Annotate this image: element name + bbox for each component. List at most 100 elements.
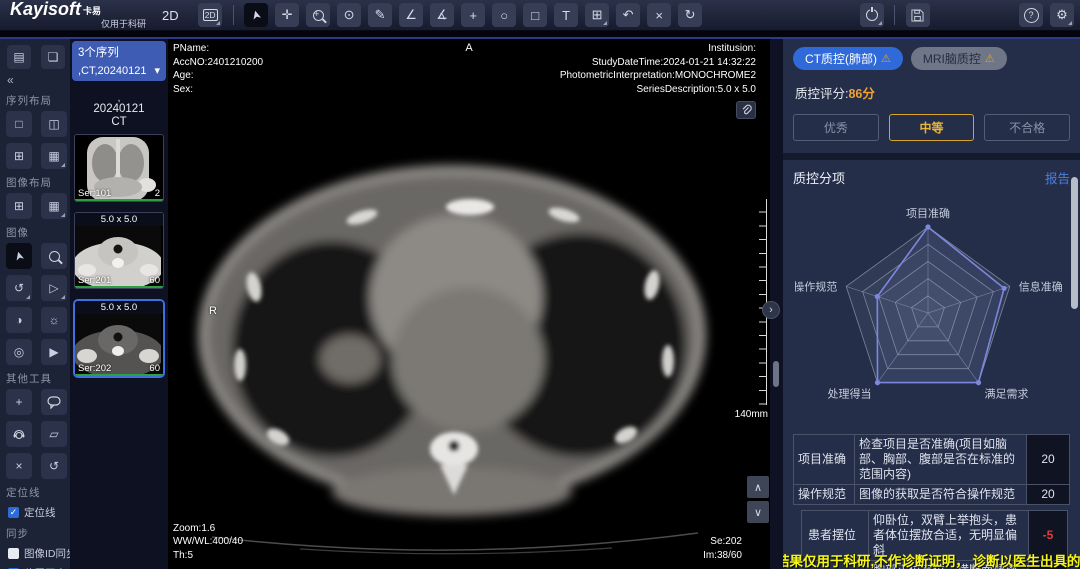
scroll-up-button[interactable]: ∧ [747, 476, 769, 498]
image-layout-3x3-button[interactable]: ▦ [41, 193, 67, 219]
checkbox-row-image-id-sync[interactable]: 图像ID同步 [8, 546, 65, 561]
settings-button[interactable]: ⚙ [1050, 3, 1074, 27]
image-number-label: Im:38/60 [703, 549, 742, 563]
thumbnail-header: 5.0 x 5.0 [75, 301, 163, 314]
panel-scrollbar-thumb[interactable] [1071, 177, 1078, 309]
save-button[interactable] [906, 3, 930, 27]
qc-score: 质控评分:86分 [795, 83, 1070, 102]
checkbox-row-localizer[interactable]: ✓ 定位线 [8, 505, 65, 520]
help-button[interactable]: ? [1019, 3, 1043, 27]
accno-label: AccNO:2401210200 [173, 56, 263, 70]
series-layout-1x2-button[interactable]: ◫ [41, 111, 67, 137]
thumbnail-series-number: Ser:201 [78, 275, 111, 286]
layout-2d-icon: 2D [203, 9, 218, 21]
app-window: Kayisoft卡易 仅用于科研 2D 2D ➤ ✛ ⊙ ✎ ∠ ∡ + ○ □… [0, 0, 1080, 569]
layout-2d-button[interactable]: 2D [198, 3, 222, 27]
viewer-scroll-strip: › [770, 39, 783, 569]
image-magnify-button[interactable] [41, 243, 67, 269]
report-link[interactable]: 报告 [1045, 168, 1070, 187]
series-layout-2x2-button[interactable]: ⊞ [6, 143, 32, 169]
assistant-button[interactable] [6, 421, 32, 447]
brightness-button[interactable]: ☼ [41, 307, 67, 333]
grade-buttons: 优秀 中等 不合格 [793, 114, 1070, 141]
series-thumbnail-panel: 3个序列 ,CT,20240121 ▾ , 20240121 CT [70, 39, 168, 569]
layout-1x1-icon: □ [15, 117, 22, 131]
cursor-tool-button[interactable]: ➤ [244, 3, 268, 27]
image-viewport[interactable]: PName: AccNO:2401210200 Age: Sex: Instit… [168, 39, 770, 569]
probe-tool-button[interactable]: ⊙ [337, 3, 361, 27]
window-level-label: WW/WL:400/40 [173, 535, 243, 549]
tab-ct-lung-qc[interactable]: CT质控(肺部) ⚠ [793, 47, 903, 70]
delete-annotation-button[interactable]: × [647, 3, 671, 27]
length-tool-button[interactable]: ✎ [368, 3, 392, 27]
study-date: 20240121 [70, 103, 168, 116]
series-layout-3x3-button[interactable]: ▦ [41, 143, 67, 169]
text-icon: T [562, 8, 570, 23]
reset-view-button[interactable]: ↻ [678, 3, 702, 27]
clear-button[interactable]: × [6, 453, 32, 479]
thumbnail-image-count: 60 [149, 363, 160, 374]
orientation-marker-right: R [209, 305, 217, 317]
zoom-tool-button[interactable] [306, 3, 330, 27]
pan-tool-button[interactable]: ✛ [275, 3, 299, 27]
grade-fail-button[interactable]: 不合格 [984, 114, 1070, 141]
chevron-down-icon: ∨ [754, 506, 762, 519]
row-score: 20 [1027, 435, 1070, 485]
grid-layout-button[interactable]: ⊞ [585, 3, 609, 27]
close-icon: × [15, 459, 22, 473]
series-thumbnail-101[interactable]: Ser:1012 [74, 134, 164, 202]
angle-tool-button[interactable]: ∠ [399, 3, 423, 27]
cursor-icon: ➤ [11, 249, 27, 262]
eraser-button[interactable]: ▱ [41, 421, 67, 447]
annotation-comment-button[interactable] [41, 389, 67, 415]
rotate-icon: ↻ [685, 7, 696, 23]
cobb-angle-tool-button[interactable]: ∡ [430, 3, 454, 27]
image-layout-2x2-button[interactable]: ⊞ [6, 193, 32, 219]
cobb-angle-icon: ∡ [436, 7, 448, 23]
play-button[interactable]: ▶ [41, 339, 67, 365]
help-icon: ? [1024, 8, 1039, 23]
attachment-button[interactable] [736, 101, 756, 119]
play-icon: ▶ [49, 345, 58, 359]
scroll-down-button[interactable]: ∨ [747, 501, 769, 523]
thumbnail-series-number: Ser:202 [78, 363, 111, 374]
viewer-scrollbar-thumb[interactable] [773, 361, 779, 387]
thumbnail-header: 5.0 x 5.0 [75, 213, 163, 226]
grade-medium-button[interactable]: 中等 [889, 114, 975, 141]
text-tool-button[interactable]: T [554, 3, 578, 27]
warning-icon: ⚠ [881, 52, 891, 65]
series-thumbnail-202[interactable]: 5.0 x 5.0 Ser:202 60 [73, 299, 165, 378]
point-tool-button[interactable]: + [461, 3, 485, 27]
row-score: 20 [1027, 485, 1070, 505]
rectangle-tool-button[interactable]: □ [523, 3, 547, 27]
grade-excellent-button[interactable]: 优秀 [793, 114, 879, 141]
reset-button[interactable]: ↺ [41, 453, 67, 479]
series-thumbnail-201[interactable]: 5.0 x 5.0 Ser:20160 [74, 212, 164, 289]
power-button[interactable] [860, 3, 884, 27]
floppy-icon [911, 9, 924, 22]
institution-label: Institusion: [560, 42, 756, 56]
checkbox[interactable]: ✓ [8, 507, 19, 518]
target-button[interactable]: ◎ [6, 339, 32, 365]
undo-button[interactable]: ↶ [616, 3, 640, 27]
qc-score-label: 质控评分: [795, 87, 848, 101]
study-select[interactable]: ,CT,20240121 ▾ [78, 64, 160, 77]
checkbox[interactable] [8, 548, 19, 559]
add-tool-button[interactable]: + [6, 389, 32, 415]
ellipse-tool-button[interactable]: ○ [492, 3, 516, 27]
section-title-other-tools: 其他工具 [6, 371, 65, 386]
row-desc: 检查项目是否准确(项目如脑部、胸部、腹部是否在标准的范围内容) [855, 435, 1027, 485]
paperclip-icon [740, 104, 752, 116]
image-cursor-button[interactable]: ➤ [6, 243, 32, 269]
series-layout-1x1-button[interactable]: □ [6, 111, 32, 137]
cine-play-button[interactable]: ▷ [41, 275, 67, 301]
collapse-sidebar-button[interactable]: « [7, 73, 65, 87]
tab-mri-brain-qc[interactable]: MRI脑质控 ⚠ [911, 47, 1007, 70]
series-list-button[interactable]: ▤ [7, 45, 31, 69]
invert-button[interactable]: ◑ [6, 307, 32, 333]
close-icon: × [655, 8, 663, 23]
compare-layout-button[interactable]: ❏ [41, 45, 65, 69]
image-rotate-flip-button[interactable]: ↺ [6, 275, 32, 301]
panel-expand-handle[interactable]: › [762, 301, 780, 319]
thumbnail-series-number: Ser:101 [78, 188, 111, 199]
